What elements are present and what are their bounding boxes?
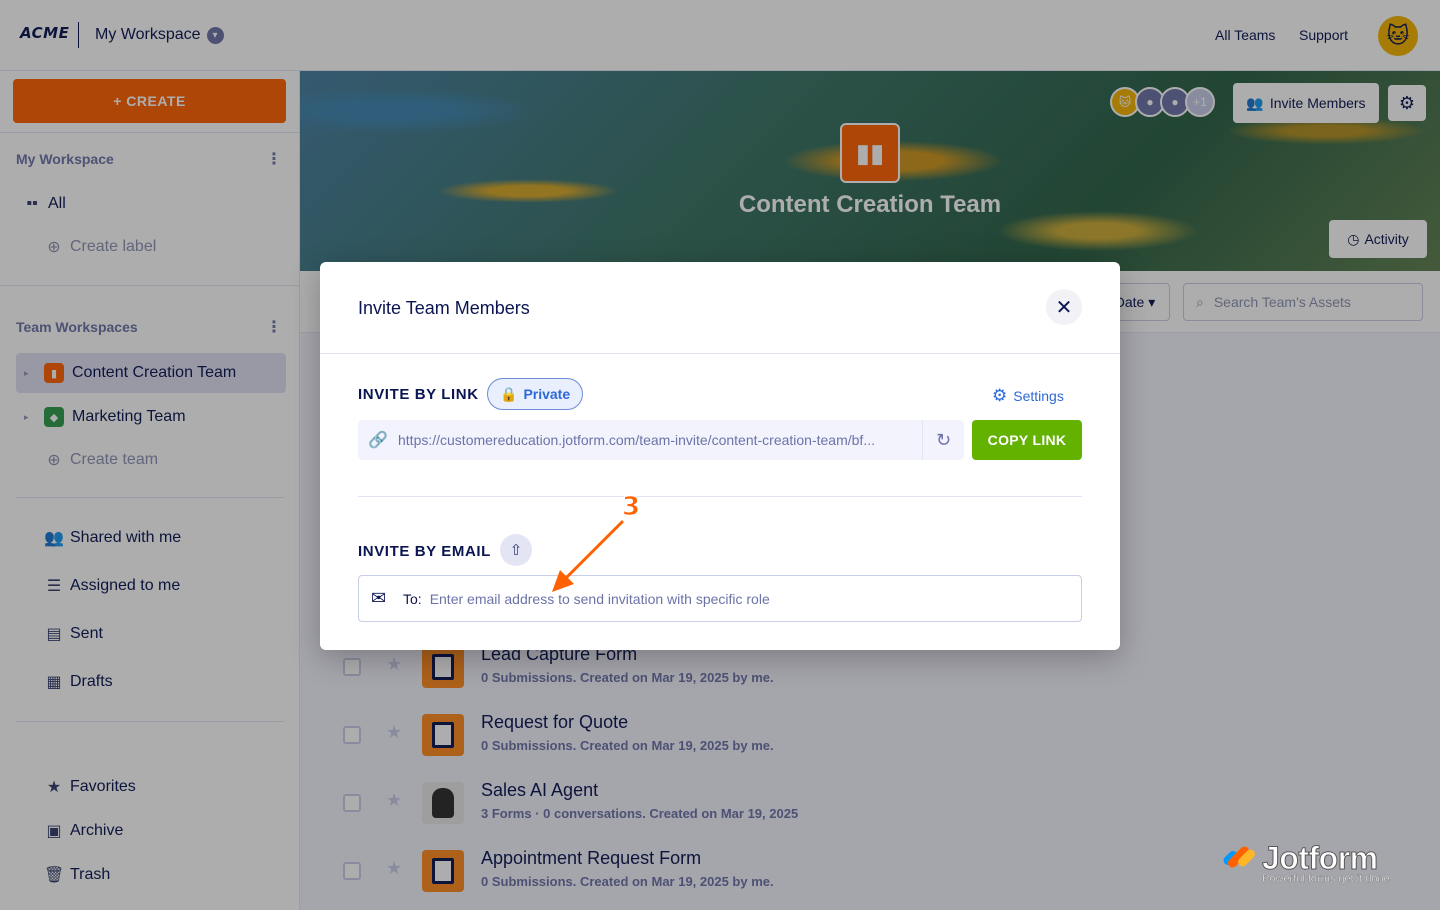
jotform-logo-icon (1221, 842, 1257, 876)
jotform-watermark: Jotform Powerful forms get it done (1221, 840, 1390, 885)
watermark-brand: Jotform (1262, 840, 1379, 877)
annotation-arrow-icon (552, 520, 624, 592)
watermark-tagline: Powerful forms get it done (1262, 873, 1390, 885)
